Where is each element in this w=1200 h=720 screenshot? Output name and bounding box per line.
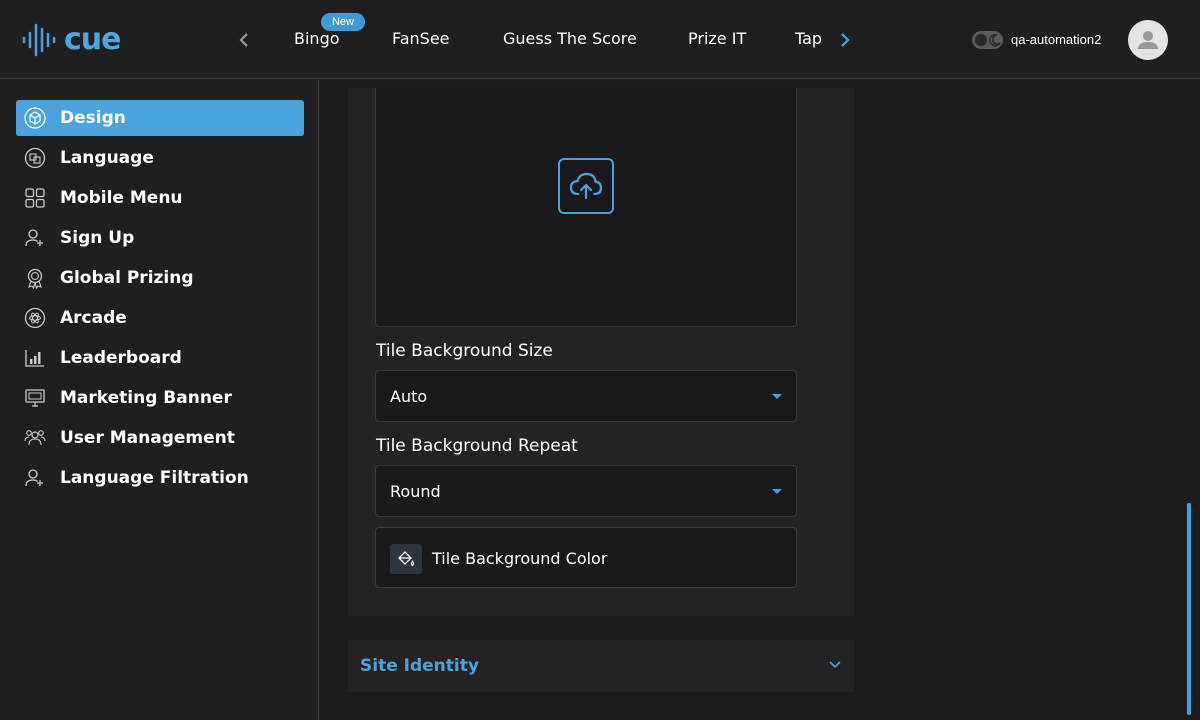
user-avatar-icon bbox=[1138, 31, 1158, 49]
cue-logo[interactable]: cue bbox=[22, 22, 121, 58]
sidebar-item-sign-up[interactable]: Sign Up bbox=[16, 220, 304, 256]
translate-icon bbox=[24, 147, 46, 169]
cube-icon bbox=[24, 107, 46, 129]
sidebar-item-label: User Management bbox=[60, 428, 235, 448]
sidebar-item-label: Marketing Banner bbox=[60, 388, 232, 408]
atom-icon bbox=[24, 307, 46, 329]
sidebar-item-leaderboard[interactable]: Leaderboard bbox=[16, 340, 304, 376]
sidebar-item-language-filtration[interactable]: Language Filtration bbox=[16, 460, 304, 496]
sidebar-item-mobile-menu[interactable]: Mobile Menu bbox=[16, 180, 304, 216]
sidebar-item-label: Arcade bbox=[60, 308, 127, 328]
users-icon bbox=[24, 427, 46, 449]
user-plus-icon bbox=[24, 227, 46, 249]
sidebar: Design Language Mobile Menu Sign Up Glob… bbox=[0, 80, 319, 720]
sidebar-item-arcade[interactable]: Arcade bbox=[16, 300, 304, 336]
nav-prev-button[interactable] bbox=[233, 28, 255, 52]
select-value: Round bbox=[390, 482, 441, 501]
sidebar-item-global-prizing[interactable]: Global Prizing bbox=[16, 260, 304, 296]
tile-bg-size-select[interactable]: Auto bbox=[375, 370, 797, 422]
logo-text: cue bbox=[64, 22, 121, 57]
user-name[interactable]: qa-automation2 bbox=[1011, 32, 1101, 47]
main-content: Tile Background Size Auto Tile Backgroun… bbox=[320, 80, 1200, 720]
toggle-knob bbox=[975, 34, 987, 46]
monitor-icon bbox=[24, 387, 46, 409]
sidebar-item-label: Language bbox=[60, 148, 154, 168]
tile-background-upload-area[interactable] bbox=[375, 88, 797, 327]
chevron-right-icon bbox=[841, 33, 850, 47]
sidebar-item-label: Leaderboard bbox=[60, 348, 182, 368]
select-value: Auto bbox=[390, 387, 428, 406]
sidebar-item-label: Global Prizing bbox=[60, 268, 194, 288]
theme-toggle[interactable] bbox=[972, 31, 1003, 49]
award-icon bbox=[24, 267, 46, 289]
sidebar-item-label: Mobile Menu bbox=[60, 188, 183, 208]
chevron-left-icon bbox=[239, 33, 248, 47]
sidebar-item-label: Language Filtration bbox=[60, 468, 249, 488]
nav-tabs: Bingo FanSee Guess The Score Prize IT Ta… bbox=[268, 0, 823, 79]
tile-bg-size-label: Tile Background Size bbox=[376, 341, 553, 361]
tile-bg-repeat-label: Tile Background Repeat bbox=[376, 436, 578, 456]
tab-prize-it[interactable]: Prize IT bbox=[688, 29, 746, 48]
site-identity-accordion[interactable]: Site Identity bbox=[348, 640, 854, 692]
tile-bg-repeat-select[interactable]: Round bbox=[375, 465, 797, 517]
top-header: cue New Bingo FanSee Guess The Score Pri… bbox=[0, 0, 1200, 79]
design-panel: Tile Background Size Auto Tile Backgroun… bbox=[348, 88, 854, 616]
page-scrollbar[interactable] bbox=[1187, 503, 1191, 715]
tab-tap[interactable]: Tap bbox=[795, 29, 822, 48]
upload-button[interactable] bbox=[558, 158, 614, 214]
tile-bg-color-picker[interactable]: Tile Background Color bbox=[375, 527, 797, 588]
sidebar-item-label: Design bbox=[60, 108, 126, 128]
sidebar-item-language[interactable]: Language bbox=[16, 140, 304, 176]
tab-fansee[interactable]: FanSee bbox=[392, 29, 450, 48]
caret-down-icon bbox=[772, 489, 782, 494]
sound-wave-icon bbox=[22, 23, 56, 57]
chart-icon bbox=[24, 347, 46, 369]
nav-next-button[interactable] bbox=[834, 28, 856, 52]
sidebar-item-user-management[interactable]: User Management bbox=[16, 420, 304, 456]
tab-guess-the-score[interactable]: Guess The Score bbox=[503, 29, 637, 48]
caret-down-icon bbox=[772, 394, 782, 399]
moon-icon bbox=[989, 33, 1001, 47]
sidebar-item-marketing-banner[interactable]: Marketing Banner bbox=[16, 380, 304, 416]
sidebar-item-design[interactable]: Design bbox=[16, 100, 304, 136]
grid-icon bbox=[24, 187, 46, 209]
sidebar-item-label: Sign Up bbox=[60, 228, 135, 248]
tab-bingo[interactable]: Bingo bbox=[294, 29, 340, 48]
tile-bg-color-label: Tile Background Color bbox=[432, 549, 608, 568]
cloud-upload-icon bbox=[569, 172, 603, 200]
user-plus-icon bbox=[24, 467, 46, 489]
chevron-down-icon bbox=[829, 661, 841, 669]
paint-bucket-icon bbox=[390, 544, 422, 574]
user-avatar[interactable] bbox=[1128, 20, 1168, 60]
accordion-title: Site Identity bbox=[360, 656, 479, 676]
